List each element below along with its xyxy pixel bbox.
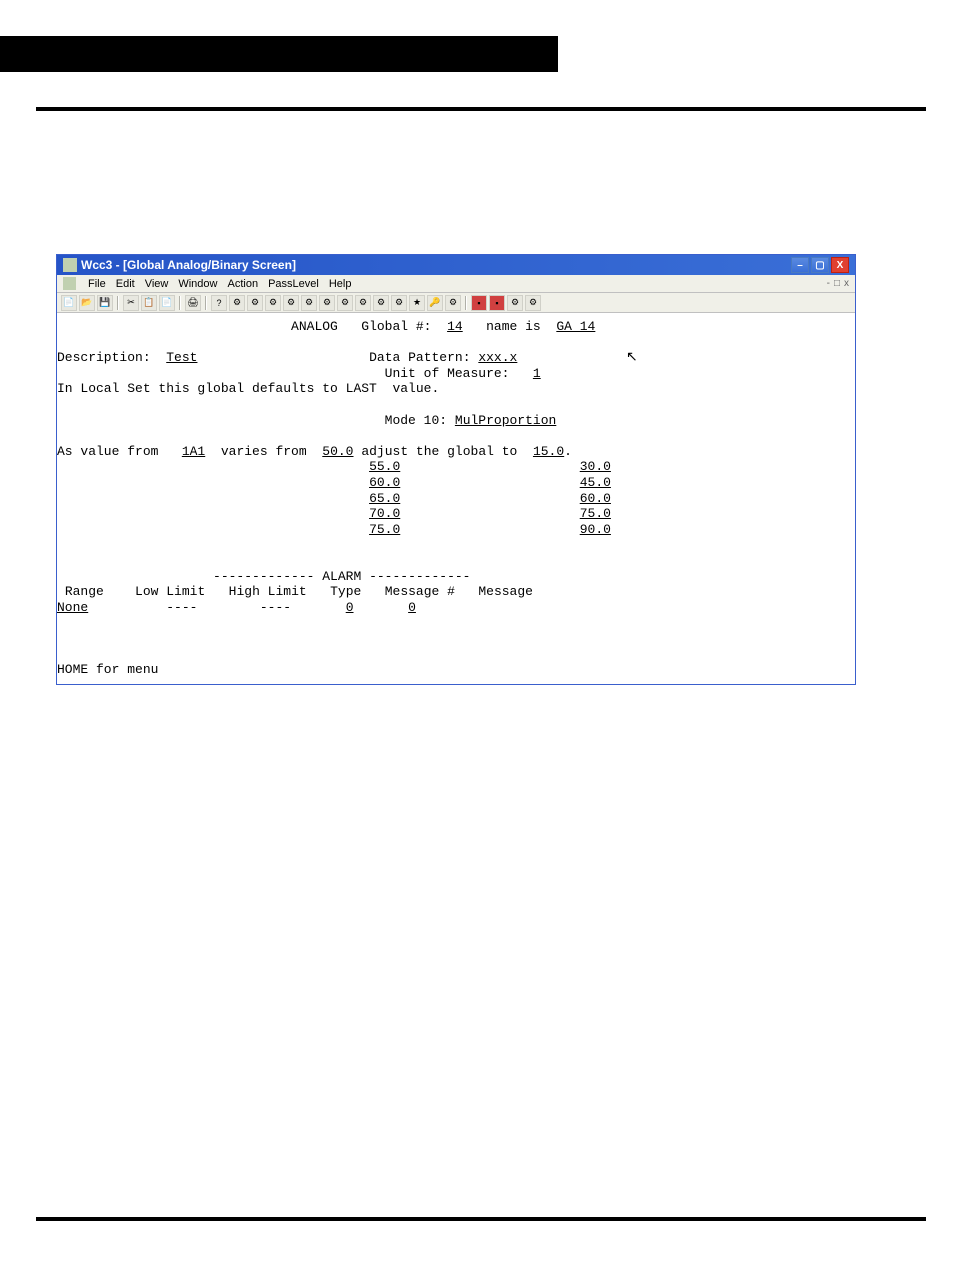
alarm-high-value: ---- [260, 600, 291, 615]
toolbar-tool9-icon[interactable]: ⚙ [373, 295, 389, 311]
global-num-label: Global #: [361, 319, 431, 334]
alarm-low-value: ---- [166, 600, 197, 615]
close-button[interactable]: X [831, 257, 849, 273]
name-label: name is [486, 319, 541, 334]
toolbar: 📄 📂 💾 ✂ 📋 📄 🖨 ? ⚙ ⚙ ⚙ ⚙ ⚙ ⚙ ⚙ ⚙ ⚙ ⚙ ★ 🔑 … [57, 293, 855, 313]
alarm-col-msg: Message [478, 584, 533, 599]
alarm-col-type: Type [330, 584, 361, 599]
to-0[interactable]: 15.0 [533, 444, 564, 459]
app-icon [63, 258, 77, 272]
alarm-col-high: High Limit [229, 584, 307, 599]
uom-label: Unit of Measure: [385, 366, 510, 381]
toolbar-tool8-icon[interactable]: ⚙ [355, 295, 371, 311]
toolbar-separator [117, 296, 119, 310]
to-3[interactable]: 60.0 [580, 491, 611, 506]
toolbar-paste-icon[interactable]: 📄 [159, 295, 175, 311]
mode-label: Mode 10: [385, 413, 447, 428]
toolbar-tool13-icon[interactable]: ⚙ [525, 295, 541, 311]
app-window: Wcc3 - [Global Analog/Binary Screen] – ▢… [56, 254, 856, 685]
toolbar-tool4-icon[interactable]: ⚙ [283, 295, 299, 311]
description-value[interactable]: Test [166, 350, 197, 365]
from-0[interactable]: 50.0 [322, 444, 353, 459]
body-adjust: adjust the global to [361, 444, 517, 459]
footer-home: HOME for menu [57, 662, 158, 677]
data-pattern-label: Data Pattern: [369, 350, 470, 365]
alarm-col-range: Range [65, 584, 104, 599]
window-controls: – ▢ X [791, 257, 849, 273]
to-4[interactable]: 75.0 [580, 506, 611, 521]
toolbar-tool7-icon[interactable]: ⚙ [337, 295, 353, 311]
mdi-icon [63, 277, 76, 290]
toolbar-new-icon[interactable]: 📄 [61, 295, 77, 311]
to-5[interactable]: 90.0 [580, 522, 611, 537]
mdi-minimize-button[interactable]: - [827, 278, 830, 289]
data-pattern-value[interactable]: xxx.x [478, 350, 517, 365]
body-varies: varies from [221, 444, 307, 459]
toolbar-tool11-icon[interactable]: ⚙ [445, 295, 461, 311]
toolbar-cut-icon[interactable]: ✂ [123, 295, 139, 311]
analog-label: ANALOG [291, 319, 338, 334]
toolbar-tool2-icon[interactable]: ⚙ [247, 295, 263, 311]
toolbar-tool10-icon[interactable]: ⚙ [391, 295, 407, 311]
top-hr [36, 107, 926, 111]
alarm-type-value[interactable]: 0 [346, 600, 354, 615]
from-3[interactable]: 65.0 [369, 491, 400, 506]
body-source[interactable]: 1A1 [182, 444, 205, 459]
toolbar-red1-icon[interactable]: ▪ [471, 295, 487, 311]
menu-window[interactable]: Window [178, 278, 217, 290]
toolbar-tool5-icon[interactable]: ⚙ [301, 295, 317, 311]
from-4[interactable]: 70.0 [369, 506, 400, 521]
toolbar-tool12-icon[interactable]: ⚙ [507, 295, 523, 311]
maximize-button[interactable]: ▢ [811, 257, 829, 273]
terminal-content: ANALOG Global #: 14 name is GA 14 Descri… [57, 313, 855, 684]
description-label: Description: [57, 350, 151, 365]
toolbar-help-icon[interactable]: ? [211, 295, 227, 311]
mdi-close-button[interactable]: x [844, 278, 849, 289]
mode-value[interactable]: MulProportion [455, 413, 556, 428]
alarm-range-value[interactable]: None [57, 600, 88, 615]
alarm-col-msgnum: Message # [385, 584, 455, 599]
menu-help[interactable]: Help [329, 278, 352, 290]
titlebar: Wcc3 - [Global Analog/Binary Screen] – ▢… [57, 255, 855, 275]
menu-file[interactable]: File [88, 278, 106, 290]
alarm-title: ALARM [322, 569, 361, 584]
from-2[interactable]: 60.0 [369, 475, 400, 490]
menubar: File Edit View Window Action PassLevel H… [57, 275, 855, 293]
toolbar-tool6-icon[interactable]: ⚙ [319, 295, 335, 311]
toolbar-separator [179, 296, 181, 310]
toolbar-open-icon[interactable]: 📂 [79, 295, 95, 311]
from-5[interactable]: 75.0 [369, 522, 400, 537]
toolbar-save-icon[interactable]: 💾 [97, 295, 113, 311]
bottom-hr [36, 1217, 926, 1221]
toolbar-separator [465, 296, 467, 310]
global-num-value[interactable]: 14 [447, 319, 463, 334]
alarm-msgnum-value[interactable]: 0 [408, 600, 416, 615]
menu-view[interactable]: View [145, 278, 169, 290]
window-title: Wcc3 - [Global Analog/Binary Screen] [81, 258, 296, 272]
to-1[interactable]: 30.0 [580, 459, 611, 474]
toolbar-key-icon[interactable]: 🔑 [427, 295, 443, 311]
top-black-bar [0, 36, 558, 72]
toolbar-star-icon[interactable]: ★ [409, 295, 425, 311]
menu-action[interactable]: Action [227, 278, 258, 290]
toolbar-copy-icon[interactable]: 📋 [141, 295, 157, 311]
toolbar-separator [205, 296, 207, 310]
toolbar-red2-icon[interactable]: ▪ [489, 295, 505, 311]
menu-edit[interactable]: Edit [116, 278, 135, 290]
from-1[interactable]: 55.0 [369, 459, 400, 474]
minimize-button[interactable]: – [791, 257, 809, 273]
local-set-line: In Local Set this global defaults to LAS… [57, 381, 439, 396]
body-prefix: As value from [57, 444, 158, 459]
name-value[interactable]: GA 14 [556, 319, 595, 334]
mdi-restore-button[interactable]: □ [834, 278, 840, 289]
toolbar-tool3-icon[interactable]: ⚙ [265, 295, 281, 311]
alarm-col-low: Low Limit [135, 584, 205, 599]
toolbar-tool1-icon[interactable]: ⚙ [229, 295, 245, 311]
uom-value[interactable]: 1 [533, 366, 541, 381]
to-2[interactable]: 45.0 [580, 475, 611, 490]
toolbar-print-icon[interactable]: 🖨 [185, 295, 201, 311]
menu-passlevel[interactable]: PassLevel [268, 278, 319, 290]
